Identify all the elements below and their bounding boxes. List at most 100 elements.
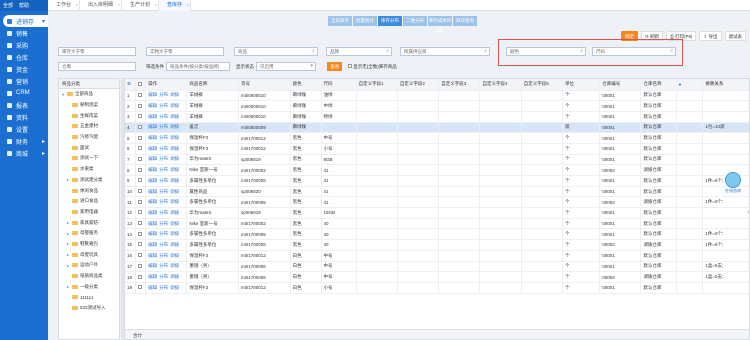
tree-node[interactable]: 111111 (59, 292, 119, 303)
sidebar-item[interactable]: 营销 (0, 75, 48, 87)
checkbox-icon[interactable] (137, 231, 142, 236)
close-icon[interactable]: × (187, 0, 189, 10)
table-row[interactable]: 8 编辑 分布 调拨 Nike 室斯一号 mi01700002 黑色 41 个 00002 调拨仓库 (125, 164, 749, 176)
column-header[interactable] (135, 79, 147, 91)
condition-select[interactable]: 商品条件(按分类/按品牌) (166, 62, 230, 71)
row-action-link[interactable]: 编辑 (148, 146, 157, 151)
online-consult-widget[interactable]: 在线咨询 (722, 172, 744, 198)
row-action-link[interactable]: 编辑 (148, 274, 157, 279)
row-action-link[interactable]: 分布 (159, 210, 168, 215)
row-action-link[interactable]: 调拨 (170, 263, 179, 268)
tree-node[interactable]: ▸ 鞋靴箱包 (59, 239, 119, 250)
table-row[interactable]: 12 编辑 分布 调拨 华为mateX sp006519 黑色 16GB 个 00001 默认仓库 (125, 207, 749, 219)
row-action-link[interactable]: 调拨 (170, 103, 179, 108)
close-icon[interactable]: × (118, 0, 120, 10)
column-header[interactable]: 换算关系 (702, 79, 749, 91)
sidebar-item[interactable]: 资金 (0, 63, 48, 75)
row-action-link[interactable]: 分布 (159, 263, 168, 268)
row-action-link[interactable]: 分布 (159, 167, 168, 172)
tree-node[interactable]: ▾ 全部商品 (59, 89, 119, 100)
column-header[interactable]: 操作 (145, 79, 188, 91)
column-header[interactable]: 单位 (562, 79, 601, 91)
checkbox-icon[interactable] (137, 285, 142, 290)
sidebar-item[interactable]: CRM (0, 87, 48, 99)
tree-node[interactable]: 测试一下 (59, 153, 119, 164)
row-action-link[interactable]: 调拨 (170, 221, 179, 226)
sub-tab[interactable]: 缺货查询 (453, 16, 477, 26)
tree-node[interactable]: 纸质商品类 (59, 271, 119, 282)
row-checkbox-cell[interactable] (135, 132, 147, 144)
row-action-link[interactable]: 调拨 (170, 178, 179, 183)
checkbox-icon[interactable] (137, 124, 142, 129)
checkbox-icon[interactable] (137, 221, 142, 226)
table-row[interactable]: 7 编辑 分布 调拨 华为mateX sp006519 黑色 8GB 个 00001 默认仓库 (125, 154, 749, 166)
row-action-link[interactable]: 调拨 (170, 135, 179, 140)
search-icon[interactable]: ⌕ (484, 48, 487, 55)
settings-icon[interactable]: ⚙ (127, 81, 131, 86)
row-checkbox-cell[interactable] (135, 100, 147, 112)
row-checkbox-cell[interactable] (135, 196, 147, 209)
checkbox-icon[interactable] (137, 189, 142, 194)
custom-button[interactable]: 调试表 (724, 31, 746, 41)
sidebar-item[interactable]: 仓库 (0, 51, 48, 63)
row-action-link[interactable]: 编辑 (148, 189, 157, 194)
row-checkbox-cell[interactable] (135, 261, 147, 273)
row-action-link[interactable]: 分布 (159, 92, 168, 97)
row-action-link[interactable]: 编辑 (148, 285, 157, 290)
tree-node[interactable]: ▸ 母婴玩具 (59, 249, 119, 260)
tree-node[interactable]: 秘制烧菜 (59, 100, 119, 111)
sidebar-item[interactable]: 采购 (0, 39, 48, 51)
chevron-icon[interactable]: ▸ (66, 263, 70, 268)
column-header[interactable]: 自定义字段2 (397, 79, 440, 91)
search-icon[interactable]: ⌕ (386, 48, 389, 55)
sub-tab[interactable]: 二维分布 (403, 16, 427, 26)
checkbox-icon[interactable] (137, 114, 142, 119)
checkbox-icon[interactable] (137, 274, 142, 279)
column-header[interactable]: ⚙ (125, 79, 136, 91)
checkbox-icon[interactable] (348, 64, 352, 68)
tree-node[interactable]: ▸ 运动户外 (59, 260, 119, 271)
sidebar-item[interactable]: 设置 (0, 123, 48, 135)
supplier-input[interactable]: 所属供应商 ⌕ (400, 47, 490, 56)
checkbox-icon[interactable] (137, 103, 142, 108)
real-filter-input[interactable]: 实物大于零 (146, 47, 224, 56)
row-checkbox-cell[interactable] (135, 239, 147, 251)
export-button[interactable]: ⇪ 导出 (699, 31, 722, 41)
row-checkbox-cell[interactable] (135, 111, 147, 123)
row-action-link[interactable]: 调拨 (170, 199, 179, 204)
tree-node[interactable]: ▸ 一级分类 (59, 281, 119, 292)
checkbox-icon[interactable] (137, 210, 142, 215)
checkbox-icon[interactable] (137, 135, 142, 140)
checkbox-icon[interactable] (137, 263, 142, 268)
row-checkbox-cell[interactable] (135, 282, 147, 294)
table-row[interactable]: 16 编辑 分布 调拨 保温杯F3 mi01700012 白色 中号个 00001 默认仓库 (125, 250, 749, 262)
brand-input[interactable]: 品牌 ⌕ (326, 47, 392, 56)
column-header[interactable]: 自定义字段1 (356, 79, 398, 91)
query-button[interactable]: 查询 (327, 62, 342, 71)
table-row[interactable]: 15 编辑 分布 调拨 多属性多单位 mi01700005 黑色 40 个 00002 调拨仓库 1件… (125, 239, 749, 251)
table-row[interactable]: 3 编辑 分布 调拨 羊绒裤 mi00500010 麻绿咖 特绿个 00001 默认仓库 (125, 111, 749, 123)
checkbox-icon[interactable] (137, 253, 142, 258)
top-tab[interactable]: 查库存 × (159, 0, 192, 11)
row-action-link[interactable]: 调拨 (170, 274, 179, 279)
column-header[interactable]: 自定义字段5 (521, 79, 564, 91)
row-checkbox-cell[interactable] (135, 207, 147, 219)
show-all-checkbox[interactable]: 显示无(全数)库存商品 (348, 64, 397, 70)
row-action-link[interactable]: 分布 (159, 199, 168, 204)
product-input[interactable]: 商品 ⌕ (234, 47, 318, 56)
sidebar-item[interactable]: 财务 ▸ (0, 135, 48, 147)
table-row[interactable]: 14 编辑 分布 调拨 多属性多单位 mi01700005 黑色 40 个 00001 默认仓库 1件… (125, 228, 749, 241)
sidebar-help[interactable]: 帮助 (19, 2, 29, 9)
tree-node[interactable]: 面试 (59, 142, 119, 153)
sub-tab[interactable]: 批量统计 (353, 16, 377, 26)
row-action-link[interactable]: 分布 (159, 285, 168, 290)
row-action-link[interactable]: 分布 (159, 189, 168, 194)
row-checkbox-cell[interactable] (135, 175, 147, 187)
warehouse-input[interactable]: 仓库 (58, 62, 136, 71)
tree-node[interactable]: 五金建材 (59, 121, 119, 132)
row-action-link[interactable]: 分布 (159, 114, 168, 119)
column-header[interactable]: 自定义字段3 (438, 79, 481, 91)
row-action-link[interactable]: 调拨 (170, 156, 179, 161)
row-action-link[interactable]: 编辑 (148, 124, 157, 129)
table-row[interactable]: 1 编辑 分布 调拨 羊绒裤 mi00500010 麻绿咖 油绿个 00001 默认仓库 (125, 90, 749, 102)
